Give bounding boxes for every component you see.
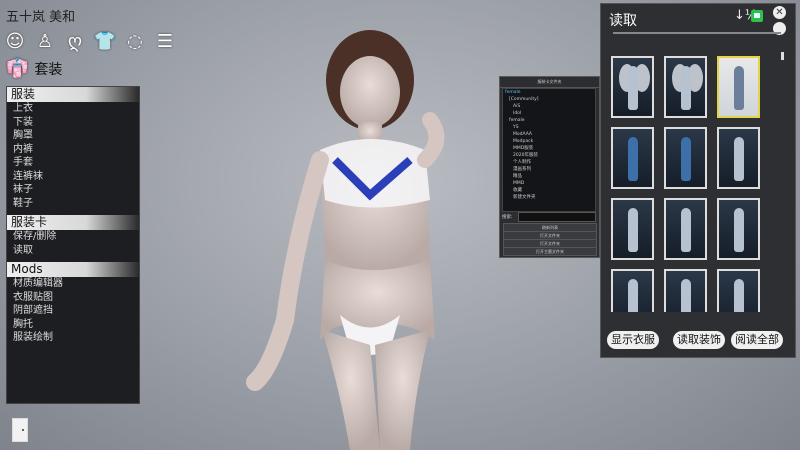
folder-node[interactable]: 2020年服装 (503, 152, 595, 159)
load-accessories-button[interactable]: 读取装饰 (673, 331, 725, 349)
folder-node[interactable]: female (503, 117, 595, 124)
sidebar-item-pantyhose[interactable]: 连裤袜 (7, 170, 139, 184)
clothes-icon[interactable]: 👕 (94, 30, 116, 52)
outfit-thumbnail[interactable] (611, 198, 654, 260)
sidebar-group-title: Mods (7, 262, 139, 277)
sidebar-item-gloves[interactable]: 手套 (7, 156, 139, 170)
thumbnail-grid (611, 56, 777, 312)
outfit-figure (627, 279, 638, 312)
character-name: 五十岚 美和 (6, 10, 76, 25)
folder-node[interactable]: AiS (503, 103, 595, 110)
folder-dialog-title: 服装卡文件夹 (500, 77, 599, 88)
folder-node[interactable]: Modpack (503, 138, 595, 145)
outfit-thumbnail[interactable] (664, 198, 707, 260)
section-header: 👘 套装 (6, 58, 62, 79)
face-shape (340, 56, 400, 128)
outfit-thumbnail[interactable] (717, 56, 760, 118)
outfit-thumbnail[interactable] (664, 127, 707, 189)
divider (613, 32, 781, 34)
sidebar-item-shoes[interactable]: 鞋子 (7, 197, 139, 211)
folder-node[interactable]: 收藏 (503, 187, 595, 194)
sidebar-item-censor[interactable]: 阴部遮挡 (7, 304, 139, 318)
folder-node[interactable]: 个人制作 (503, 159, 595, 166)
outfit-thumbnail[interactable] (611, 269, 654, 312)
folder-dialog: 服装卡文件夹 female [Community] AiS Idol femal… (499, 76, 600, 258)
sidebar-group-title: 服装卡 (7, 215, 139, 230)
outfit-icon: 👘 (6, 58, 29, 79)
outfit-figure (627, 137, 638, 181)
accessory-icon[interactable]: ◌ (124, 30, 146, 52)
sidebar-item-socks[interactable]: 袜子 (7, 183, 139, 197)
folder-node[interactable]: MMD (503, 180, 595, 187)
read-all-button[interactable]: 阅读全部 (731, 331, 783, 349)
character-model (246, 30, 445, 450)
right-leg-shape (375, 330, 430, 450)
folder-search-input[interactable] (518, 212, 596, 222)
outfit-thumbnail[interactable] (611, 127, 654, 189)
sidebar-item-material-editor[interactable]: 材质编辑器 (7, 277, 139, 291)
sidebar-item-bra[interactable]: 胸罩 (7, 129, 139, 143)
outfit-figure (680, 279, 691, 312)
folder-node[interactable]: MMD服装 (503, 145, 595, 152)
save-icon[interactable] (751, 10, 763, 22)
folder-tree[interactable]: female [Community] AiS Idol female YS Mo… (502, 88, 596, 212)
list-icon[interactable]: ☰ (154, 30, 176, 52)
sidebar-item-underwear[interactable]: 内裤 (7, 143, 139, 157)
section-title: 套装 (34, 61, 63, 78)
outfit-thumbnail[interactable] (717, 127, 760, 189)
folder-node[interactable]: Idol (503, 110, 595, 117)
outfit-thumbnail[interactable] (664, 56, 707, 118)
hair-icon[interactable]: ღ (64, 30, 86, 52)
sidebar-item-clothes-paint[interactable]: 服装绘制 (7, 331, 139, 345)
folder-node[interactable]: female (503, 89, 595, 96)
outfit-figure (680, 137, 691, 181)
outfit-figure (733, 208, 744, 252)
scrollbar[interactable] (781, 52, 784, 60)
sidebar: 服装 上衣 下装 胸罩 内裤 手套 连裤袜 袜子 鞋子 服装卡 保存/删除 读取… (6, 86, 140, 404)
folder-search-label: 搜索: (502, 215, 513, 220)
sidebar-group-title: 服装 (7, 87, 139, 102)
folder-node[interactable]: YS (503, 124, 595, 131)
top-shape (320, 139, 430, 208)
exit-door-icon[interactable] (12, 418, 28, 442)
outfit-figure (680, 66, 691, 110)
sidebar-group-clothes: 服装 上衣 下装 胸罩 内裤 手套 连裤袜 袜子 鞋子 (7, 87, 139, 210)
outfit-figure (733, 137, 744, 181)
folder-node[interactable]: 漫画系列 (503, 166, 595, 173)
outfit-figure (733, 279, 744, 312)
load-panel-title: 读取 (609, 13, 637, 29)
left-arm-shape (246, 151, 329, 391)
open-theme-folder-button[interactable]: 打开主题文件夹 (503, 247, 597, 256)
sidebar-group-outfit-card: 服装卡 保存/删除 读取 (7, 215, 139, 257)
outfit-figure (733, 66, 744, 110)
face-icon[interactable]: ☺ (4, 30, 26, 52)
outfit-figure (627, 66, 638, 110)
right-arm-shape (417, 112, 445, 168)
folder-node[interactable]: ModAAA (503, 131, 595, 138)
sidebar-item-load[interactable]: 读取 (7, 244, 139, 258)
close-icon[interactable]: ✕ (773, 6, 786, 19)
load-panel: 读取 ↓½ ✕ 显示衣服 读取装饰 阅读全部 (600, 3, 796, 358)
folder-node[interactable]: 新建文件夹 (503, 194, 595, 201)
show-clothes-button[interactable]: 显示衣服 (607, 331, 659, 349)
outfit-figure (680, 208, 691, 252)
sidebar-item-bottom[interactable]: 下装 (7, 116, 139, 130)
outfit-thumbnail[interactable] (611, 56, 654, 118)
sidebar-item-push-up[interactable]: 胸托 (7, 318, 139, 332)
body-icon[interactable]: ♙ (34, 30, 56, 52)
outfit-thumbnail[interactable] (717, 269, 760, 312)
category-bar: ☺ ♙ ღ 👕 ◌ ☰ (4, 30, 176, 52)
sidebar-item-top[interactable]: 上衣 (7, 102, 139, 116)
outfit-thumbnail[interactable] (717, 198, 760, 260)
outfit-thumbnail[interactable] (664, 269, 707, 312)
sidebar-item-clothes-texture[interactable]: 衣服贴图 (7, 291, 139, 305)
folder-node[interactable]: [Community] (503, 96, 595, 103)
sidebar-group-mods: Mods 材质编辑器 衣服贴图 阴部遮挡 胸托 服装绘制 (7, 262, 139, 345)
outfit-figure (627, 208, 638, 252)
sidebar-item-save-delete[interactable]: 保存/删除 (7, 230, 139, 244)
folder-node[interactable]: 精品 (503, 173, 595, 180)
